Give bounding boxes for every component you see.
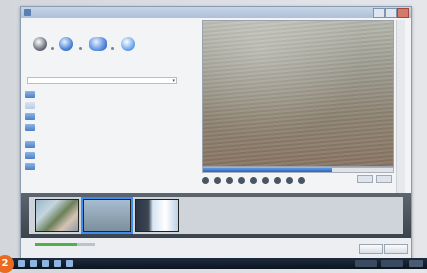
title-bar xyxy=(21,7,411,18)
folder-icon xyxy=(25,124,35,131)
mark-in-icon[interactable] xyxy=(274,177,281,184)
folder-item[interactable] xyxy=(25,139,190,150)
clock xyxy=(409,260,423,267)
separator-dot xyxy=(51,47,54,50)
folder-icon xyxy=(25,141,35,148)
rewind-icon[interactable] xyxy=(250,177,257,184)
separator-dot xyxy=(79,47,82,50)
step-number-badge: 2 xyxy=(0,255,14,273)
maximize-button[interactable] xyxy=(385,8,397,18)
folder-icon xyxy=(25,163,35,170)
source-panel: ▾ xyxy=(21,29,197,199)
folder-icon xyxy=(25,91,35,98)
video-preview[interactable] xyxy=(202,20,394,167)
start-icon[interactable] xyxy=(18,260,25,267)
folder-icon xyxy=(25,152,35,159)
scanner-icon[interactable] xyxy=(89,37,107,51)
browser-icon[interactable] xyxy=(30,260,37,267)
ok-button[interactable] xyxy=(359,244,383,254)
taskbar xyxy=(0,258,427,269)
clip-thumbnail-selected[interactable] xyxy=(81,197,133,234)
timeline-progress xyxy=(203,168,333,172)
import-progress-bar xyxy=(35,243,95,246)
stop-icon[interactable] xyxy=(214,177,221,184)
web-icon[interactable] xyxy=(121,37,135,51)
folder-item[interactable] xyxy=(25,100,190,111)
volume-icon[interactable] xyxy=(298,177,305,184)
previous-frame-icon[interactable] xyxy=(226,177,233,184)
folder-item[interactable] xyxy=(25,122,190,133)
folder-icon xyxy=(25,113,35,120)
cancel-button[interactable] xyxy=(384,244,408,254)
folder-icon[interactable] xyxy=(42,260,49,267)
folder-tree xyxy=(25,89,190,172)
trim-buttons xyxy=(357,175,392,183)
status-bar xyxy=(21,238,411,259)
clip-filmstrip xyxy=(21,193,411,238)
folder-icon xyxy=(25,102,35,109)
disc-icon[interactable] xyxy=(59,37,73,51)
trim-start-button[interactable] xyxy=(357,175,373,183)
play-icon[interactable] xyxy=(202,177,209,184)
import-progress-fill xyxy=(35,243,77,246)
folder-item[interactable] xyxy=(25,89,190,100)
app-icon[interactable] xyxy=(66,260,73,267)
clip-strip xyxy=(29,197,403,234)
vertical-scrollbar[interactable] xyxy=(396,20,405,200)
folder-item[interactable] xyxy=(25,161,190,172)
media-icon[interactable] xyxy=(54,260,61,267)
close-button[interactable] xyxy=(397,8,409,18)
import-window: ▾ xyxy=(20,6,412,260)
folder-item[interactable] xyxy=(25,111,190,122)
separator-dot xyxy=(111,47,114,50)
taskbar-button[interactable] xyxy=(355,260,377,267)
chevron-down-icon: ▾ xyxy=(172,78,175,84)
camera-icon[interactable] xyxy=(33,37,47,51)
folder-item[interactable] xyxy=(25,150,190,161)
taskbar-button[interactable] xyxy=(381,260,403,267)
next-frame-icon[interactable] xyxy=(238,177,245,184)
drive-dropdown[interactable]: ▾ xyxy=(27,77,177,84)
clip-thumbnail[interactable] xyxy=(135,199,179,232)
clip-thumbnail[interactable] xyxy=(35,199,79,232)
fast-forward-icon[interactable] xyxy=(262,177,269,184)
trim-end-button[interactable] xyxy=(376,175,392,183)
app-icon xyxy=(24,9,31,16)
minimize-button[interactable] xyxy=(373,8,385,18)
mark-out-icon[interactable] xyxy=(286,177,293,184)
transport-controls xyxy=(202,175,392,185)
playback-timeline[interactable] xyxy=(202,167,394,173)
